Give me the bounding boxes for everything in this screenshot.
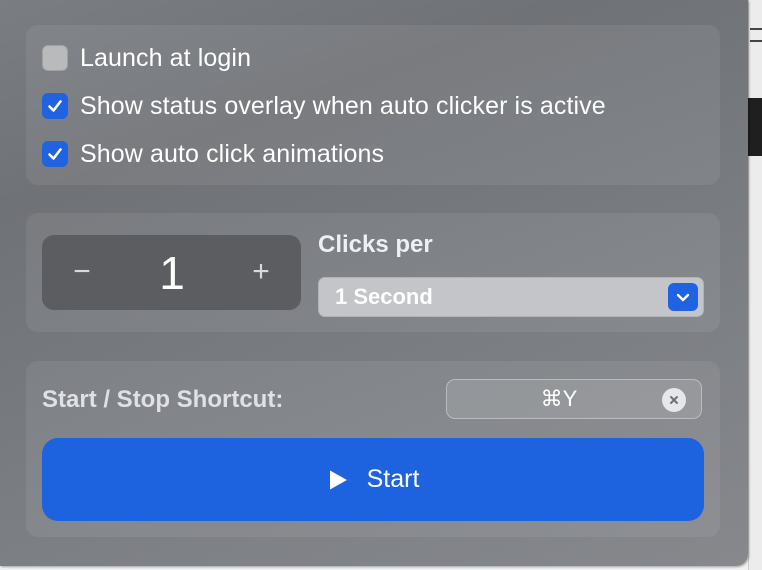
period-select-value: 1 Second (335, 284, 433, 309)
increment-button[interactable]: + (241, 247, 281, 297)
checkmark-icon (48, 100, 62, 112)
status-overlay-checkbox[interactable] (42, 93, 68, 119)
chevron-down-icon[interactable] (668, 283, 698, 311)
launch-at-login-label: Launch at login (80, 43, 252, 72)
clicks-count-value: 1 (159, 247, 185, 299)
launch-at-login-checkbox[interactable] (42, 45, 68, 71)
window-edge (748, 0, 749, 570)
clicks-stepper: − 1 + (42, 235, 301, 310)
shortcut-keys: ⌘Y (540, 386, 578, 411)
clear-shortcut-icon[interactable] (662, 388, 686, 412)
click-animations-checkbox[interactable] (42, 141, 68, 167)
menu-lines-icon (750, 28, 762, 42)
shortcut-recorder-field[interactable]: ⌘Y (446, 379, 702, 419)
option-launch-at-login[interactable]: Launch at login (42, 43, 251, 73)
start-button-label: Start (366, 465, 420, 493)
clicks-per-label: Clicks per (318, 231, 433, 258)
click-animations-label: Show auto click animations (80, 139, 385, 168)
checkmark-icon (48, 148, 62, 160)
decrement-button[interactable]: − (62, 247, 102, 297)
play-icon (329, 470, 347, 489)
period-select[interactable]: 1 Second (318, 277, 704, 317)
status-overlay-label: Show status overlay when auto clicker is… (80, 91, 606, 120)
auto-clicker-panel: Launch at login Show status overlay when… (0, 0, 748, 566)
shortcut-label: Start / Stop Shortcut: (42, 386, 284, 413)
start-button[interactable]: Start (42, 438, 704, 521)
background-window (748, 0, 762, 570)
option-click-animations[interactable]: Show auto click animations (42, 139, 384, 169)
option-status-overlay[interactable]: Show status overlay when auto clicker is… (42, 91, 606, 121)
background-dark-strip (748, 98, 762, 156)
